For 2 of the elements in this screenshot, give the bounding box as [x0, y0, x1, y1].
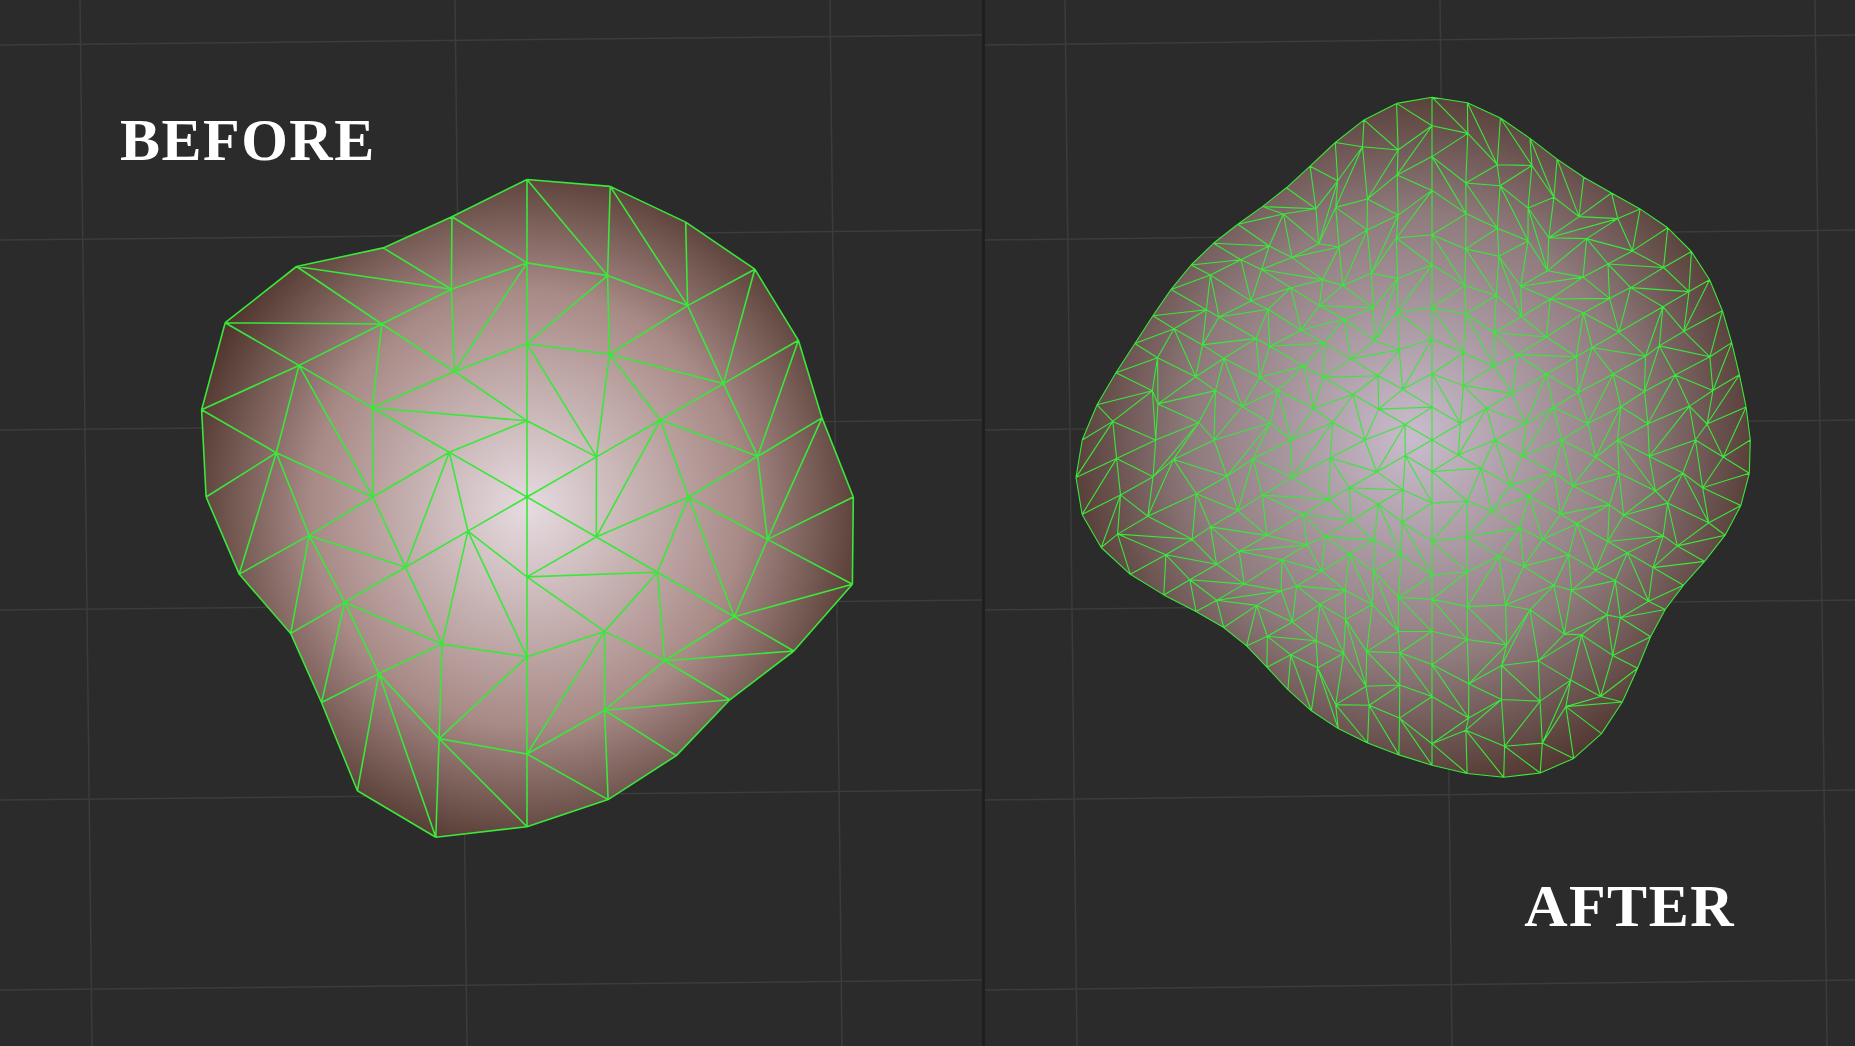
caption-label: BEFORE — [120, 110, 376, 170]
caption-label: AFTER — [1524, 876, 1735, 936]
